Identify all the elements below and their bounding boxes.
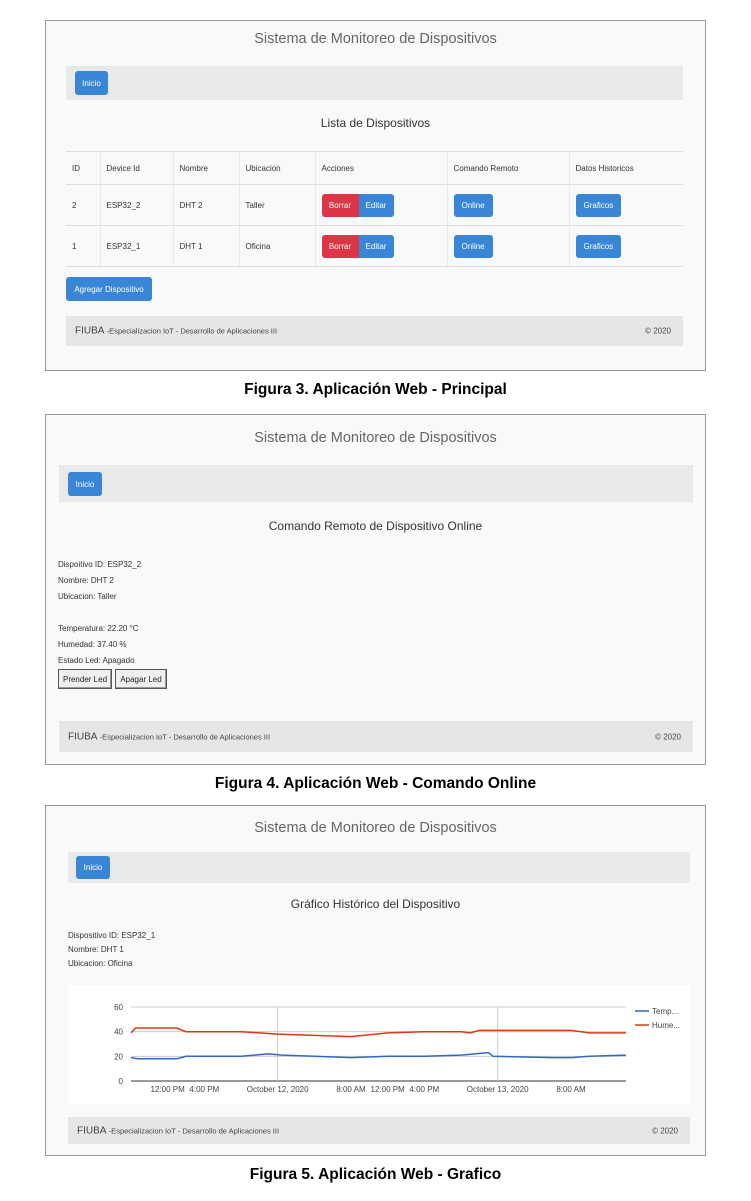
- footer-text: FIUBA -Especializacion IoT - Desarrollo …: [75, 326, 277, 337]
- column-header-datos-historicos: Datos Historicos: [568, 151, 683, 185]
- charts-button[interactable]: Graficos: [575, 234, 622, 258]
- led-on-button[interactable]: Prender Led: [58, 669, 112, 689]
- cell-ubicacion: Taller: [238, 184, 315, 226]
- series-line: [130, 1051, 627, 1060]
- figure-4-caption: Figura 4. Aplicación Web - Comando Onlin…: [214, 775, 537, 792]
- devices-table: ID Device Id Nombre Ubicacion Acciones C…: [66, 151, 683, 267]
- add-device-button[interactable]: Agregar Dispositivo: [66, 277, 152, 301]
- app-title: Sistema de Monitoreo de Dispositivos: [254, 820, 497, 836]
- footer-course: -Especializacion IoT - Desarrollo de Apl…: [106, 326, 278, 336]
- online-command-title: Comando Remoto de Dispositivo Online: [268, 519, 483, 533]
- online-button[interactable]: Online: [453, 193, 493, 217]
- footer: FIUBA -Especializacion IoT - Desarrollo …: [66, 316, 683, 346]
- y-tick-label: 0: [119, 1077, 124, 1086]
- column-header-device-id: Device Id: [99, 151, 173, 185]
- navbar: Inicio: [66, 66, 683, 100]
- legend-label: Hume...: [652, 1021, 680, 1030]
- column-header-id: ID: [66, 151, 100, 185]
- home-button[interactable]: Inicio: [68, 472, 102, 496]
- x-tick-label: October 12, 2020: [247, 1085, 309, 1094]
- device-name-text: Nombre: DHT 1: [68, 945, 124, 954]
- cell-id: 1: [66, 225, 100, 267]
- delete-button[interactable]: Borrar: [321, 193, 359, 217]
- y-tick-label: 60: [114, 1003, 123, 1012]
- delete-button[interactable]: Borrar: [321, 234, 359, 258]
- online-command-screenshot: Sistema de Monitoreo de Dispositivos Ini…: [45, 414, 706, 765]
- device-list-title: Lista de Dispositivos: [320, 116, 431, 130]
- home-button[interactable]: Inicio: [76, 856, 110, 879]
- x-tick-label: 12:00 PM: [151, 1085, 186, 1094]
- app-title: Sistema de Monitoreo de Dispositivos: [254, 430, 497, 446]
- history-chart-svg: 020406012:00 PM 4:00 PM October 12, 2020 8:…: [114, 1003, 680, 1094]
- x-tick-label: October 13, 2020: [467, 1085, 529, 1094]
- footer-brand: FIUBA: [77, 1125, 106, 1136]
- cell-nombre: DHT 2: [172, 184, 239, 226]
- navbar: Inicio: [59, 465, 693, 502]
- edit-button[interactable]: Editar: [358, 193, 394, 217]
- cell-comando: Online: [446, 225, 569, 267]
- footer-brand: FIUBA: [68, 731, 97, 742]
- device-location-text: Ubicacion: Oficina: [68, 959, 133, 968]
- footer: FIUBA -Especializacion IoT - Desarrollo …: [59, 721, 693, 752]
- column-header-nombre: Nombre: [172, 151, 239, 185]
- x-tick-label: 4:00 PM: [409, 1085, 439, 1094]
- history-chart-title: Gráfico Histórico del Dispositivo: [290, 897, 461, 911]
- cell-id: 2: [66, 184, 100, 226]
- footer-text: FIUBA -Especializacion IoT - Desarrollo …: [68, 731, 270, 742]
- footer-copyright: © 2020: [645, 326, 671, 336]
- temperature-text: Temperatura: 22.20 °C: [58, 624, 139, 633]
- led-off-button[interactable]: Apagar Led: [115, 669, 167, 689]
- led-status-text: Estado Led: Apagado: [58, 656, 135, 665]
- device-id-text: Dispositivo ID: ESP32_1: [68, 931, 156, 940]
- column-header-ubicacion: Ubicacion: [238, 151, 315, 185]
- column-header-comando-remoto: Comando Remoto: [446, 151, 569, 185]
- history-chart: 0 20 40 60 12:00 PM 4:00 PM October 12, 2020 8:…: [68, 985, 690, 1104]
- x-tick-label: 12:00 PM: [371, 1085, 406, 1094]
- cell-historicos: Graficos: [568, 184, 683, 226]
- edit-button[interactable]: Editar: [358, 234, 394, 258]
- main-page-screenshot: Sistema de Monitoreo de Dispositivos Ini…: [45, 20, 706, 371]
- table-header-row: ID Device Id Nombre Ubicacion Acciones C…: [66, 151, 683, 185]
- footer-course: -Especializacion IoT - Desarrollo de Apl…: [99, 732, 271, 741]
- legend-label: Temp...: [652, 1007, 678, 1016]
- app-title: Sistema de Monitoreo de Dispositivos: [254, 31, 497, 47]
- y-tick-label: 20: [114, 1052, 123, 1061]
- footer-copyright: © 2020: [655, 732, 681, 741]
- series-line: [130, 1027, 626, 1038]
- x-tick-label: 4:00 PM: [189, 1085, 219, 1094]
- device-location-text: Ubicacion: Taller: [58, 592, 117, 601]
- table-row: 2 ESP32_2 DHT 2 Taller Borrar Editar Onli…: [66, 184, 683, 226]
- x-tick-label: 8:00 AM: [556, 1085, 586, 1094]
- cell-ubicacion: Oficina: [238, 225, 315, 267]
- cell-comando: Online: [446, 184, 569, 226]
- figure-3-caption: Figura 3. Aplicación Web - Principal: [244, 381, 507, 398]
- footer-copyright: © 2020: [652, 1126, 678, 1135]
- cell-device-id: ESP32_1: [99, 225, 173, 267]
- footer-text: FIUBA -Especializacion IoT - Desarrollo …: [77, 1125, 279, 1136]
- footer-brand: FIUBA: [75, 325, 104, 337]
- online-button[interactable]: Online: [453, 234, 493, 258]
- figure-5-caption: Figura 5. Aplicación Web - Grafico: [249, 1166, 502, 1183]
- x-tick-label: 8:00 AM: [336, 1085, 366, 1094]
- navbar: Inicio: [68, 852, 690, 883]
- history-chart-screenshot: Sistema de Monitoreo de Dispositivos Ini…: [45, 805, 706, 1156]
- y-tick-label: 40: [114, 1028, 123, 1037]
- cell-historicos: Graficos: [568, 225, 683, 267]
- table-row: 1 ESP32_1 DHT 1 Oficina Borrar Editar Onl…: [66, 225, 683, 267]
- cell-acciones: Borrar Editar: [314, 225, 447, 267]
- cell-acciones: Borrar Editar: [314, 184, 447, 226]
- cell-nombre: DHT 1: [172, 225, 239, 267]
- footer: FIUBA -Especializacion IoT - Desarrollo …: [68, 1117, 690, 1144]
- device-id-text: Dispoitivo ID: ESP32_2: [58, 560, 142, 569]
- device-name-text: Nombre: DHT 2: [58, 576, 114, 585]
- humidity-text: Humedad: 37.40 %: [58, 640, 127, 649]
- footer-course: -Especializacion IoT - Desarrollo de Apl…: [108, 1126, 280, 1135]
- cell-device-id: ESP32_2: [99, 184, 173, 226]
- home-button[interactable]: Inicio: [75, 71, 108, 95]
- charts-button[interactable]: Graficos: [575, 193, 622, 217]
- column-header-acciones: Acciones: [314, 151, 447, 185]
